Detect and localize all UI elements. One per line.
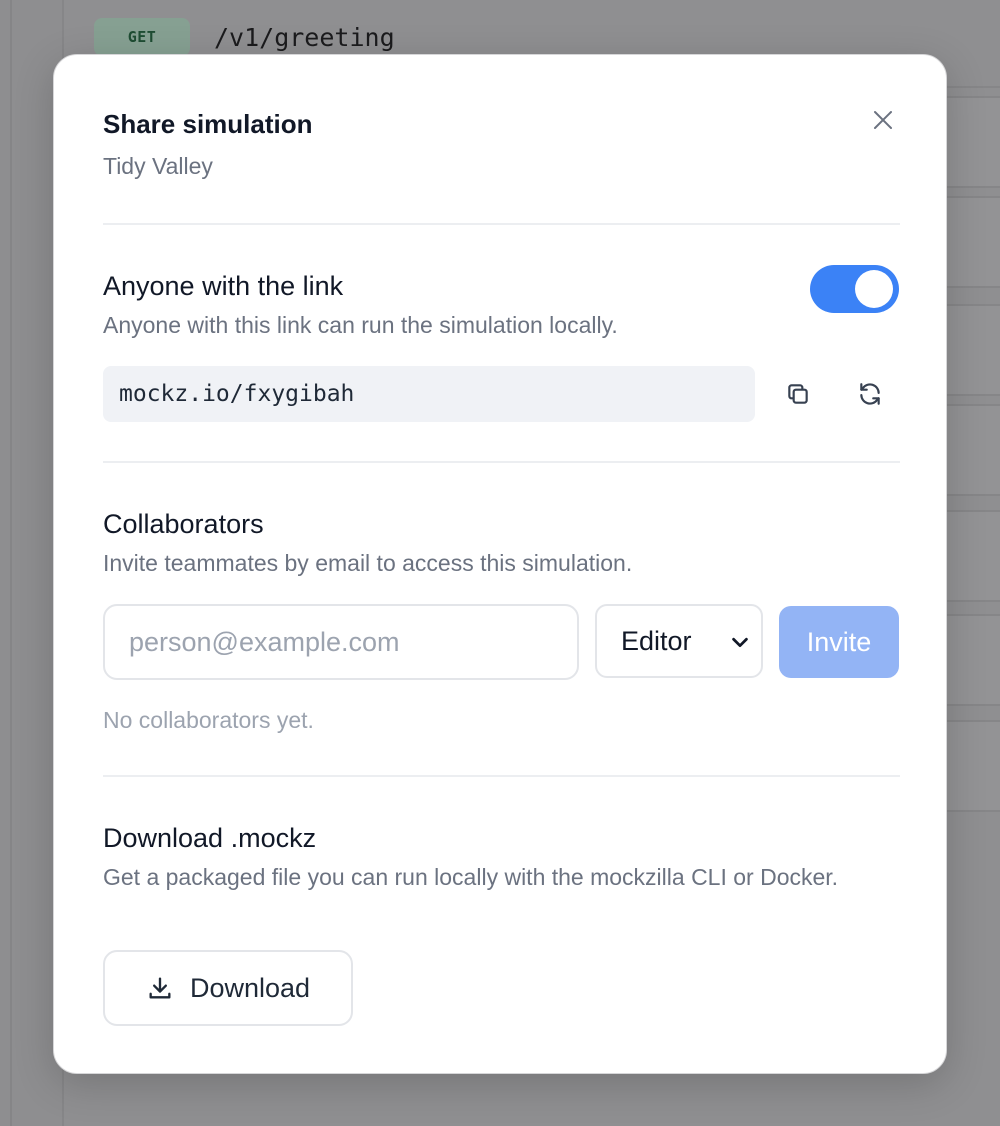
- download-button-label: Download: [189, 972, 311, 1003]
- endpoint-path: /v1/greeting: [214, 22, 395, 52]
- close-icon: [874, 111, 892, 129]
- close-button[interactable]: [866, 103, 900, 137]
- section-divider: [103, 775, 900, 777]
- collaborators-description: Invite teammates by email to access this…: [103, 550, 633, 576]
- refresh-icon: [860, 383, 880, 405]
- collaborators-title: Collaborators: [103, 509, 264, 539]
- share-link-field[interactable]: mockz.io/fxygibah: [103, 366, 755, 422]
- background-sidebar-edge: [10, 0, 12, 1126]
- download-description: Get a packaged file you can run locally …: [103, 864, 839, 890]
- toggle-knob: [855, 270, 893, 308]
- role-select-value: Editor: [621, 625, 692, 656]
- background-card: [940, 720, 1000, 812]
- download-button[interactable]: Download: [103, 950, 353, 1026]
- copy-icon: [788, 384, 808, 404]
- link-section-description: Anyone with this link can run the simula…: [103, 312, 618, 338]
- section-divider: [103, 223, 900, 225]
- link-sharing-toggle[interactable]: [810, 265, 899, 313]
- regenerate-link-button[interactable]: [850, 374, 890, 414]
- share-dialog: Share simulation Tidy Valley Anyone with…: [53, 54, 947, 1074]
- collaborator-email-input[interactable]: [103, 604, 579, 680]
- http-method-badge: GET: [94, 18, 190, 56]
- download-title: Download .mockz: [103, 823, 317, 853]
- download-icon: [149, 977, 171, 999]
- collaborators-empty-state: No collaborators yet.: [103, 707, 314, 733]
- chevron-down-icon: [732, 637, 748, 648]
- link-section-title: Anyone with the link: [103, 271, 344, 301]
- background-card: [940, 304, 1000, 396]
- role-select[interactable]: Editor: [595, 604, 763, 678]
- background-card: [940, 404, 1000, 496]
- copy-link-button[interactable]: [778, 374, 818, 414]
- dialog-subtitle: Tidy Valley: [103, 153, 213, 179]
- background-card: [940, 614, 1000, 706]
- dialog-title: Share simulation: [103, 109, 313, 139]
- background-card: [940, 96, 1000, 188]
- background-card: [940, 510, 1000, 602]
- invite-button[interactable]: Invite: [779, 606, 899, 678]
- background-card: [940, 196, 1000, 288]
- section-divider: [103, 461, 900, 463]
